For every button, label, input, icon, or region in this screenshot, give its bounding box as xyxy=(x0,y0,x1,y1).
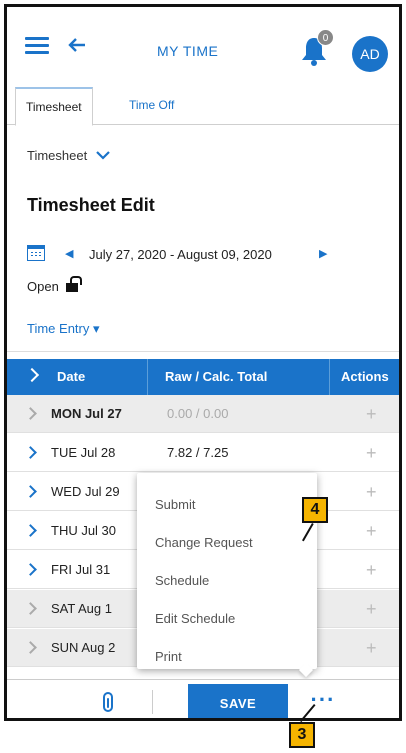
column-header-total[interactable]: Raw / Calc. Total xyxy=(165,359,267,395)
row-date: THU Jul 30 xyxy=(51,523,117,538)
expand-row-icon[interactable] xyxy=(24,641,37,654)
expand-row-icon[interactable] xyxy=(24,446,37,459)
row-date: MON Jul 27 xyxy=(51,406,122,421)
back-arrow-icon[interactable] xyxy=(65,33,89,57)
add-entry-icon[interactable]: + xyxy=(366,473,377,511)
hamburger-menu-icon[interactable] xyxy=(25,37,49,55)
calendar-icon[interactable] xyxy=(27,245,45,261)
add-entry-icon[interactable]: + xyxy=(366,434,377,472)
table-row[interactable]: TUE Jul 28 7.82 / 7.25 + xyxy=(7,434,399,472)
callout-step-3: 3 xyxy=(289,722,315,748)
notification-count-badge: 0 xyxy=(317,29,334,46)
app-frame: MY TIME 0 AD Timesheet Time Off Timeshee… xyxy=(4,4,402,721)
save-button[interactable]: SAVE xyxy=(188,684,288,718)
row-date: SUN Aug 2 xyxy=(51,640,116,655)
chevron-down-icon xyxy=(95,147,111,163)
tab-bar: Timesheet Time Off xyxy=(7,87,399,126)
page-title: Timesheet Edit xyxy=(27,195,155,215)
view-selector[interactable]: Timesheet xyxy=(27,147,111,163)
tab-time-off[interactable]: Time Off xyxy=(119,87,184,125)
row-date: TUE Jul 28 xyxy=(51,445,116,460)
period-date-range: July 27, 2020 - August 09, 2020 xyxy=(89,247,272,262)
expand-row-icon[interactable] xyxy=(24,602,37,615)
menu-item-schedule[interactable]: Schedule xyxy=(155,573,209,588)
add-entry-icon[interactable]: + xyxy=(366,395,377,433)
divider xyxy=(7,351,399,352)
row-total: 0.00 / 0.00 xyxy=(167,406,229,421)
period-status-label: Open xyxy=(27,279,59,294)
column-header-actions: Actions xyxy=(341,369,389,384)
row-date: FRI Jul 31 xyxy=(51,562,111,577)
callout-step-4: 4 xyxy=(302,497,328,523)
row-date: WED Jul 29 xyxy=(51,484,120,499)
app-title: MY TIME xyxy=(157,43,219,59)
add-entry-icon[interactable]: + xyxy=(366,629,377,667)
footer-divider xyxy=(152,690,153,714)
menu-item-submit[interactable]: Submit xyxy=(155,497,195,512)
previous-period-icon[interactable]: ◀ xyxy=(65,247,73,260)
footer-toolbar: SAVE ··· xyxy=(7,679,399,718)
view-selector-label: Timesheet xyxy=(27,148,88,163)
unlocked-icon xyxy=(66,276,83,292)
table-header: Date Raw / Calc. Total Actions xyxy=(7,359,399,395)
column-header-date[interactable]: Date xyxy=(57,359,85,395)
time-entry-dropdown[interactable]: Time Entry ▾ xyxy=(27,321,100,337)
menu-item-edit-schedule[interactable]: Edit Schedule xyxy=(155,611,235,626)
tab-timesheet[interactable]: Timesheet xyxy=(15,87,93,126)
row-date: SAT Aug 1 xyxy=(51,601,112,616)
menu-item-print[interactable]: Print xyxy=(155,649,182,664)
more-actions-menu: Submit Change Request Schedule Edit Sche… xyxy=(137,473,317,669)
add-entry-icon[interactable]: + xyxy=(366,590,377,628)
expand-all-icon[interactable] xyxy=(24,367,40,383)
table-row[interactable]: MON Jul 27 0.00 / 0.00 + xyxy=(7,395,399,433)
add-entry-icon[interactable]: + xyxy=(366,551,377,589)
add-entry-icon[interactable]: + xyxy=(366,512,377,550)
expand-row-icon[interactable] xyxy=(24,485,37,498)
expand-row-icon[interactable] xyxy=(24,407,37,420)
next-period-icon[interactable]: ▶ xyxy=(319,247,327,260)
top-bar: MY TIME 0 AD xyxy=(7,7,399,87)
period-status: Open xyxy=(27,276,83,294)
expand-row-icon[interactable] xyxy=(24,563,37,576)
attachment-icon[interactable] xyxy=(103,692,113,712)
notification-bell-icon[interactable]: 0 xyxy=(299,29,334,67)
more-options-button[interactable]: ··· xyxy=(301,684,345,718)
user-avatar[interactable]: AD xyxy=(352,36,388,72)
expand-row-icon[interactable] xyxy=(24,524,37,537)
menu-item-change-request[interactable]: Change Request xyxy=(155,535,253,550)
row-total: 7.82 / 7.25 xyxy=(167,445,229,460)
